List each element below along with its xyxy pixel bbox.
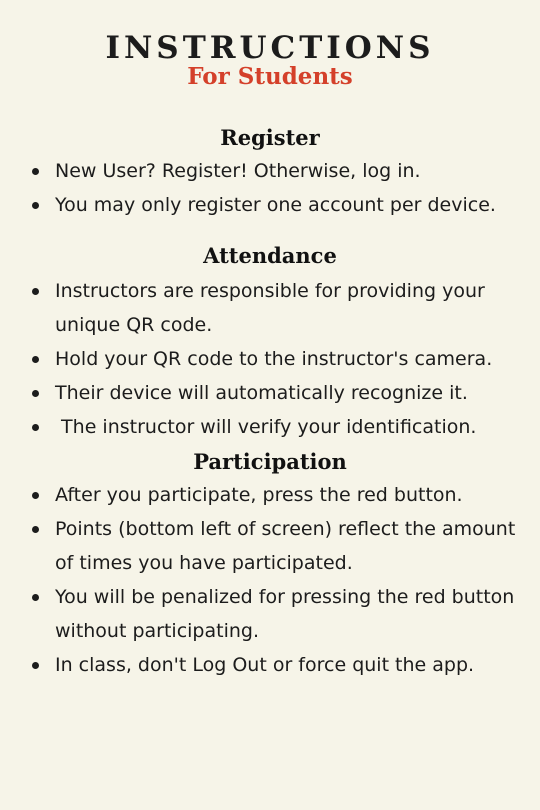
page-subtitle: For Students xyxy=(187,63,353,90)
register-list: New User? Register! Otherwise, log in. Y… xyxy=(0,154,540,222)
list-item: After you participate, press the red but… xyxy=(0,478,540,512)
list-item: Hold your QR code to the instructor's ca… xyxy=(0,342,540,376)
list-item: Their device will automatically recogniz… xyxy=(0,376,540,410)
section-heading-attendance: Attendance xyxy=(203,243,337,268)
attendance-list: Instructors are responsible for providin… xyxy=(0,274,540,444)
list-item: In class, don't Log Out or force quit th… xyxy=(0,648,540,682)
instructions-page: INSTRUCTIONS For Students Register New U… xyxy=(0,0,540,810)
list-item: Points (bottom left of screen) reflect t… xyxy=(0,512,540,580)
section-heading-participation: Participation xyxy=(193,449,347,474)
list-item: You will be penalized for pressing the r… xyxy=(0,580,540,648)
list-item: The instructor will verify your identifi… xyxy=(0,410,540,444)
list-item: Instructors are responsible for providin… xyxy=(0,274,540,342)
page-title: INSTRUCTIONS xyxy=(105,30,435,66)
list-item: New User? Register! Otherwise, log in. xyxy=(0,154,540,188)
section-heading-register: Register xyxy=(220,125,320,150)
participation-list: After you participate, press the red but… xyxy=(0,478,540,682)
list-item: You may only register one account per de… xyxy=(0,188,540,222)
